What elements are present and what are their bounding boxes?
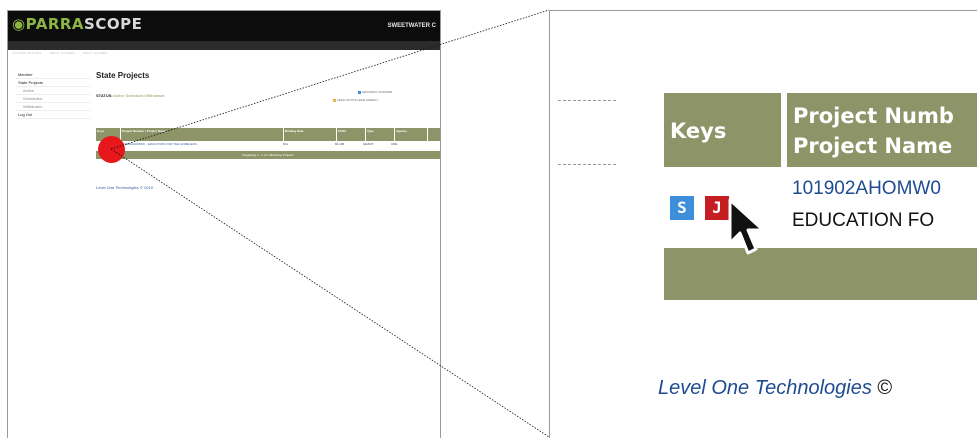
zoom-panel: Keys Project Numb Project Name S J 10190…	[549, 10, 977, 438]
status-filter: STATUS: Active Scheduled Withdrawn	[96, 93, 165, 98]
sidebar-item-state-projects[interactable]: State Projects	[16, 79, 90, 87]
table-footer-band	[664, 248, 977, 300]
app-header: ◉PARRASCOPE SWEETWATER C	[8, 11, 440, 41]
sidebar-item-log-out[interactable]: Log Out	[16, 111, 90, 119]
keys-column-header[interactable]: Keys	[664, 93, 781, 167]
j-key-icon[interactable]: J	[705, 196, 729, 220]
col-bidding-date[interactable]: Bidding Date	[284, 128, 337, 141]
nav-help[interactable]: HELP / GUIDES	[83, 51, 107, 55]
table-header: Keys Project Number / Project Name Biddi…	[96, 128, 440, 141]
top-nav: SYSTEM OPTIONS PRINT SCREEN HELP / GUIDE…	[8, 41, 440, 55]
legend-swatch	[358, 90, 361, 94]
col-agency[interactable]: Agency	[395, 128, 428, 141]
table-footer: Displaying 1 - 1 of 1 Matching Projects	[96, 151, 440, 159]
s-key-icon[interactable]: S	[670, 196, 694, 220]
copyright-symbol: ©	[877, 377, 893, 399]
mouse-cursor-icon	[728, 198, 765, 255]
key-legend-line2: LEAD LINTOS LEAD AGENCY	[333, 98, 378, 102]
table-row[interactable]: 101902AHOMW0... EDUCATION FOR THE HOMELE…	[96, 141, 440, 151]
parrascope-logo: ◉PARRASCOPE	[12, 15, 143, 33]
zoom-guide-dash	[558, 100, 616, 101]
highlight-dot	[98, 136, 125, 163]
footer-company-link[interactable]: Level One Technologies	[658, 377, 872, 399]
legend-swatch	[333, 98, 336, 102]
sidebar-item-withdrawn[interactable]: Withdrawn	[16, 103, 90, 111]
status-links[interactable]: Active Scheduled Withdrawn	[114, 93, 165, 98]
project-column-header[interactable]: Project Numb Project Name	[787, 93, 977, 167]
col-project[interactable]: Project Number / Project Name	[121, 128, 284, 141]
page-title: State Projects	[96, 71, 150, 80]
sidebar-item-active[interactable]: Active	[16, 87, 90, 95]
parrascope-logo-icon: ◉	[12, 15, 26, 33]
col-type[interactable]: Type	[366, 128, 395, 141]
project-name: EDUCATION FO	[792, 210, 935, 231]
col-cfda[interactable]: CFDA	[337, 128, 366, 141]
project-number-link[interactable]: 101902AHOMW0	[792, 178, 941, 200]
key-legend-line1: ADVISORY NOTIFIED	[358, 90, 392, 94]
nav-print-screen[interactable]: PRINT SCREEN	[50, 51, 75, 55]
thumbnail-screenshot: ◉PARRASCOPE SWEETWATER C SYSTEM OPTIONS …	[7, 10, 441, 438]
sidebar-item-scheduled[interactable]: Scheduled	[16, 95, 90, 103]
sidebar-item-member[interactable]: Member	[16, 71, 90, 79]
projects-table: Keys Project Number / Project Name Biddi…	[96, 128, 440, 159]
footer-copyright: Level One Technologies ©	[658, 377, 892, 400]
zoom-guide-dash	[558, 164, 616, 165]
nav-system-options[interactable]: SYSTEM OPTIONS	[12, 51, 41, 55]
client-name: SWEETWATER C	[387, 23, 436, 29]
thumbnail-footer[interactable]: Level One Technologies © 2010	[96, 185, 153, 190]
sidebar: Member State Projects Active Scheduled W…	[16, 71, 90, 119]
